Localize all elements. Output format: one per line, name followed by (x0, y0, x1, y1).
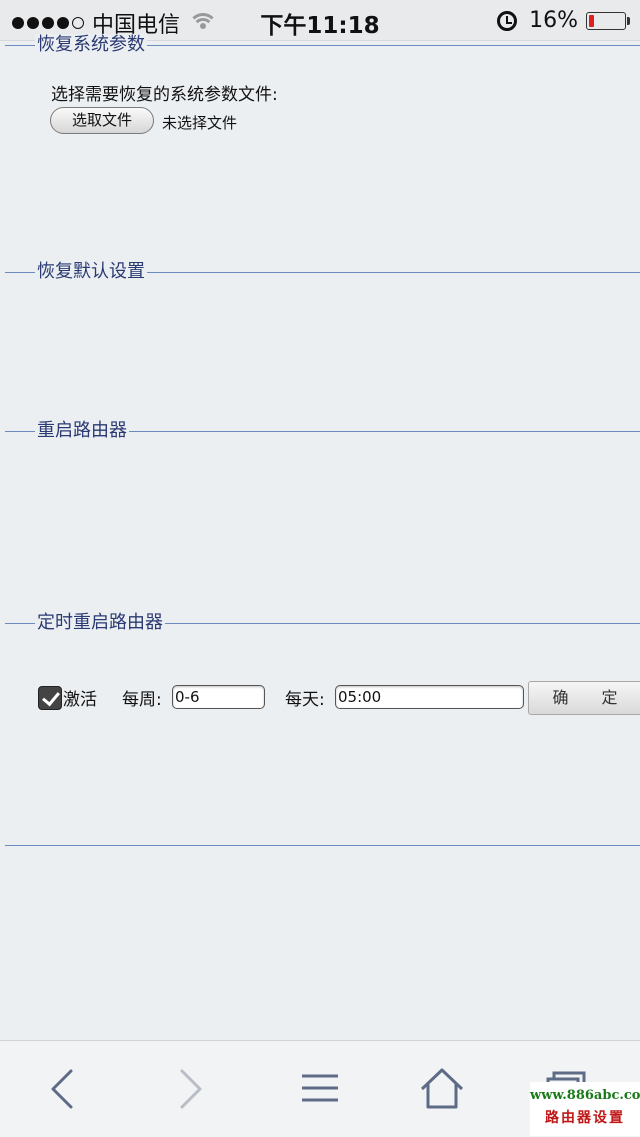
file-prompt: 选择需要恢复的系统参数文件: (51, 85, 278, 105)
daily-label: 每天: (285, 690, 325, 710)
battery-percent: 16% (529, 8, 578, 33)
signal-dot (57, 17, 69, 29)
alarm-icon (497, 10, 518, 31)
wifi-icon (190, 13, 217, 33)
watermark-url: www.886abc.com (530, 1088, 640, 1103)
section-end (0, 845, 640, 847)
home-button[interactable] (412, 1059, 472, 1119)
weekly-input[interactable]: 0-6 (172, 685, 265, 709)
section-title: 定时重启路由器 (35, 612, 165, 634)
battery-icon (586, 11, 626, 30)
confirm-button[interactable]: 确 定 (528, 681, 640, 715)
section-title: 恢复系统参数 (35, 34, 147, 56)
signal-dot (12, 17, 24, 29)
file-status: 未选择文件 (162, 114, 238, 132)
battery-fill (589, 14, 594, 27)
home-icon (420, 1068, 464, 1109)
back-button[interactable] (33, 1059, 93, 1119)
menu-icon (302, 1074, 338, 1102)
section-title: 恢复默认设置 (35, 261, 147, 283)
menu-button[interactable] (290, 1059, 350, 1119)
activate-label: 激活 (63, 690, 97, 710)
watermark: www.886abc.com 路由器设置 (530, 1082, 640, 1136)
forward-arrow-icon (180, 1069, 202, 1109)
signal-dot (42, 17, 54, 29)
section-reboot: 重启路由器 (0, 420, 640, 460)
signal-dot (27, 17, 39, 29)
status-right: 16% (497, 8, 630, 33)
section-scheduled-reboot: 定时重启路由器 激活 每周: 0-6 每天: 05:00 确 定 (0, 612, 640, 732)
daily-input[interactable]: 05:00 (335, 685, 524, 709)
section-restore-params: 恢复系统参数 选择需要恢复的系统参数文件: 选取文件 未选择文件 (0, 34, 640, 234)
battery-tip (627, 16, 630, 25)
forward-button[interactable] (160, 1059, 220, 1119)
watermark-text: 路由器设置 (545, 1110, 625, 1126)
back-arrow-icon (51, 1069, 73, 1109)
activate-checkbox[interactable] (38, 686, 62, 710)
signal-strength-icon (12, 17, 84, 29)
section-title: 重启路由器 (35, 420, 129, 442)
signal-dot-empty (72, 17, 84, 29)
weekly-label: 每周: (122, 690, 162, 710)
section-restore-default: 恢复默认设置 (0, 261, 640, 301)
section-divider (5, 845, 640, 846)
choose-file-button[interactable]: 选取文件 (50, 107, 154, 134)
